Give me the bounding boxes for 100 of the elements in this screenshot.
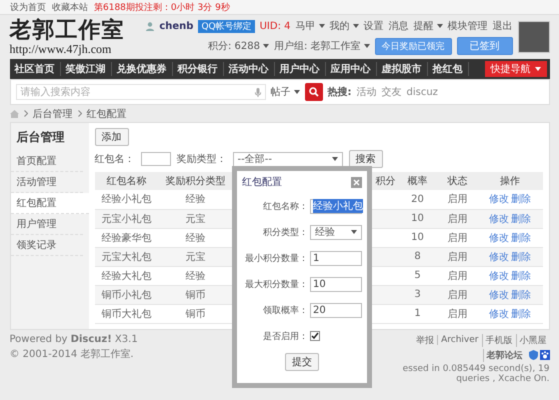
action-link[interactable]: 删除 xyxy=(511,290,531,300)
nav-item[interactable]: 积分银行 xyxy=(172,62,224,76)
input-field[interactable]: 20 xyxy=(310,302,362,318)
nav-item[interactable]: 虚拟股市 xyxy=(376,62,428,76)
hot-search-link[interactable]: 活动 xyxy=(356,85,376,99)
site-logo[interactable]: 老郭工作室 xyxy=(10,18,124,42)
hot-search-link[interactable]: discuz xyxy=(406,86,438,98)
column-header: 奖励积分类型 xyxy=(158,172,232,190)
action-link[interactable]: 删除 xyxy=(511,308,531,320)
uid-label: UID: 4 xyxy=(260,20,290,32)
table-cell: 5 xyxy=(398,266,438,285)
quick-nav-button[interactable]: 快捷导航 xyxy=(484,61,546,77)
table-cell: 元宝大礼包 xyxy=(94,247,158,266)
copyright-text: © 2001-2014 老郭工作室. xyxy=(10,348,135,360)
field-label: 积分类型： xyxy=(263,226,308,238)
footer-link[interactable]: 手机版 xyxy=(482,334,516,346)
input-field[interactable]: 经验小礼包 xyxy=(310,198,362,214)
input-field[interactable]: 10 xyxy=(310,276,362,292)
add-button[interactable]: 添加 xyxy=(94,128,128,146)
chevron-icon xyxy=(78,110,82,117)
nav-item[interactable]: 用户中心 xyxy=(274,62,326,76)
close-button[interactable] xyxy=(351,176,362,188)
action-link[interactable]: 修改 xyxy=(489,270,509,282)
action-link[interactable]: 删除 xyxy=(511,232,531,244)
user-menu-link[interactable]: 模块管理 xyxy=(448,19,488,33)
user-menu-link[interactable]: 设置 xyxy=(364,19,384,33)
action-link[interactable]: 修改 xyxy=(489,290,509,300)
top-link[interactable]: 收藏本站 xyxy=(52,0,88,14)
table-cell: 经验小礼包 xyxy=(94,190,158,209)
shield-icon[interactable] xyxy=(528,350,538,360)
scope-select[interactable]: 帖子 xyxy=(270,85,300,99)
footer-link[interactable]: 举报 xyxy=(413,334,438,346)
nav-item[interactable]: 兑换优惠券 xyxy=(112,62,172,76)
username-link[interactable]: chenb xyxy=(159,20,194,32)
table-cell: 8 xyxy=(398,247,438,266)
search-button[interactable] xyxy=(304,83,322,101)
points-link[interactable]: 积分: 6288 xyxy=(208,39,269,53)
table-cell: 启用 xyxy=(438,285,478,304)
search-submit-button[interactable]: 搜索 xyxy=(348,150,382,168)
caret-icon xyxy=(294,90,300,94)
nav-item[interactable]: 笑傲江湖 xyxy=(60,62,112,76)
caret-icon xyxy=(332,157,338,161)
table-cell: 经验大礼包 xyxy=(94,266,158,285)
type-select[interactable]: 经验 xyxy=(310,224,362,240)
caret-icon xyxy=(262,44,269,48)
user-menu-link[interactable]: 消息 xyxy=(388,19,408,33)
microphone-icon[interactable] xyxy=(254,88,260,96)
name-input[interactable] xyxy=(140,152,170,166)
top-link[interactable]: 设为首页 xyxy=(10,0,46,14)
table-cell: 20 xyxy=(398,190,438,209)
action-link[interactable]: 删除 xyxy=(511,194,531,206)
hot-search-link[interactable]: 交友 xyxy=(382,85,402,99)
action-link[interactable]: 删除 xyxy=(511,270,531,282)
nav-item[interactable]: 社区首页 xyxy=(10,62,60,76)
action-link[interactable]: 删除 xyxy=(511,252,531,262)
user-group-link[interactable]: 用户组: 老郭工作室 xyxy=(274,39,370,53)
enable-checkbox[interactable] xyxy=(310,331,320,341)
field-label: 最大积分数量： xyxy=(245,278,308,290)
table-cell: 元宝小礼包 xyxy=(94,209,158,228)
action-link[interactable]: 修改 xyxy=(489,214,509,224)
sidebar-item[interactable]: 领奖记录 xyxy=(10,235,82,256)
input-field[interactable]: 1 xyxy=(310,250,362,266)
sidebar-item[interactable]: 红包配置 xyxy=(10,193,88,214)
breadcrumb-link[interactable]: 红包配置 xyxy=(86,106,126,120)
lottery-notice: 第6188期投注剩：0小时 3分 9秒 xyxy=(94,2,230,14)
table-cell: 经验豪华包 xyxy=(94,228,158,247)
action-link[interactable]: 修改 xyxy=(489,232,509,244)
table-cell: 启用 xyxy=(438,190,478,209)
action-link[interactable]: 修改 xyxy=(489,194,509,206)
footer-link[interactable]: 小黑屋 xyxy=(516,334,550,346)
nav-item[interactable]: 应用中心 xyxy=(326,62,376,76)
action-link[interactable]: 修改 xyxy=(489,252,509,262)
paw-icon[interactable] xyxy=(540,350,550,360)
field-label: 领取概率： xyxy=(263,304,308,316)
user-menu-link[interactable]: 退出 xyxy=(492,19,512,33)
footer-link[interactable]: Archiver xyxy=(437,335,482,345)
nav-item[interactable]: 抢红包 xyxy=(428,62,468,76)
avatar-placeholder[interactable] xyxy=(518,21,550,53)
type-filter-select[interactable]: --全部-- xyxy=(232,152,342,166)
close-icon xyxy=(353,178,360,186)
sidebar-title: 后台管理 xyxy=(16,129,66,146)
breadcrumb-link[interactable]: 后台管理 xyxy=(32,106,72,120)
sidebar-item[interactable]: 首页配置 xyxy=(10,151,82,172)
caret-icon xyxy=(318,24,324,28)
user-menu-link[interactable]: 马甲 xyxy=(296,19,324,33)
table-cell: 10 xyxy=(398,228,438,247)
caret-icon xyxy=(364,44,370,48)
sidebar-item[interactable]: 用户管理 xyxy=(10,214,82,235)
nav-item[interactable]: 活动中心 xyxy=(224,62,274,76)
submit-button[interactable]: 提交 xyxy=(285,353,319,371)
footer-link[interactable]: 老郭论坛 xyxy=(482,348,526,362)
user-menu-link[interactable]: 我的 xyxy=(330,19,358,33)
table-cell: 启用 xyxy=(438,247,478,266)
action-link[interactable]: 修改 xyxy=(489,308,509,320)
site-url: http://www.47jh.com xyxy=(10,42,112,56)
qq-bind-badge[interactable]: QQ帐号绑定 xyxy=(198,20,255,32)
name-label: 红包名： xyxy=(94,153,134,166)
action-link[interactable]: 删除 xyxy=(511,214,531,224)
user-menu-link[interactable]: 提醒 xyxy=(414,19,442,33)
search-icon xyxy=(308,87,318,97)
